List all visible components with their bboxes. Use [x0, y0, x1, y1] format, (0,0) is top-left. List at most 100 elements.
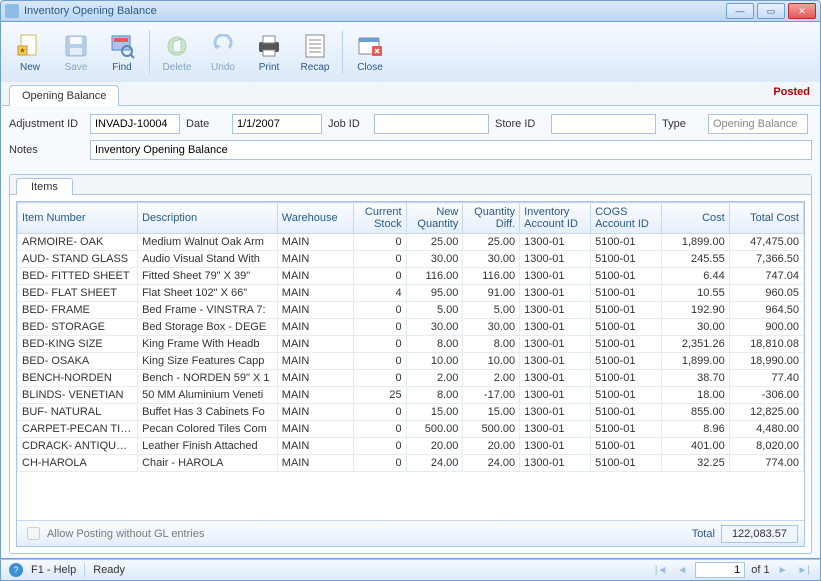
nav-first-button[interactable]: |◄: [653, 565, 670, 576]
table-cell[interactable]: 192.90: [662, 302, 730, 319]
table-cell[interactable]: Flat Sheet 102" X 66": [138, 285, 278, 302]
table-cell[interactable]: 5100-01: [591, 404, 662, 421]
table-cell[interactable]: BED-KING SIZE: [18, 336, 138, 353]
table-cell[interactable]: MAIN: [277, 421, 353, 438]
page-number-input[interactable]: [695, 562, 745, 578]
table-cell[interactable]: 2,351.26: [662, 336, 730, 353]
table-cell[interactable]: MAIN: [277, 353, 353, 370]
table-cell[interactable]: BED- FRAME: [18, 302, 138, 319]
col-cost[interactable]: Cost: [662, 203, 730, 234]
table-row[interactable]: BUF- NATURALBuffet Has 3 Cabinets FoMAIN…: [18, 404, 804, 421]
col-current-stock[interactable]: Current Stock: [354, 203, 406, 234]
table-cell[interactable]: 0: [354, 234, 406, 251]
table-cell[interactable]: 5100-01: [591, 234, 662, 251]
table-cell[interactable]: 18,990.00: [729, 353, 803, 370]
table-cell[interactable]: King Frame With Headb: [138, 336, 278, 353]
table-cell[interactable]: 15.00: [406, 404, 463, 421]
table-cell[interactable]: 1300-01: [520, 285, 591, 302]
table-cell[interactable]: 774.00: [729, 455, 803, 472]
table-cell[interactable]: 8.00: [406, 336, 463, 353]
table-cell[interactable]: Fitted Sheet 79" X 39": [138, 268, 278, 285]
table-cell[interactable]: 747.04: [729, 268, 803, 285]
table-cell[interactable]: 32.25: [662, 455, 730, 472]
table-cell[interactable]: MAIN: [277, 404, 353, 421]
table-cell[interactable]: 5100-01: [591, 353, 662, 370]
table-cell[interactable]: 8,020.00: [729, 438, 803, 455]
table-row[interactable]: AUD- STAND GLASSAudio Visual Stand WithM…: [18, 251, 804, 268]
help-icon[interactable]: ?: [9, 563, 23, 577]
find-button[interactable]: Find: [101, 27, 143, 77]
table-cell[interactable]: 8.00: [406, 387, 463, 404]
table-row[interactable]: BED- STORAGEBed Storage Box - DEGEMAIN03…: [18, 319, 804, 336]
table-cell[interactable]: 24.00: [463, 455, 520, 472]
table-cell[interactable]: MAIN: [277, 387, 353, 404]
table-cell[interactable]: 964.50: [729, 302, 803, 319]
table-cell[interactable]: 1300-01: [520, 353, 591, 370]
table-cell[interactable]: 5100-01: [591, 319, 662, 336]
table-cell[interactable]: Audio Visual Stand With: [138, 251, 278, 268]
table-cell[interactable]: 6.44: [662, 268, 730, 285]
table-cell[interactable]: MAIN: [277, 268, 353, 285]
table-cell[interactable]: Pecan Colored Tiles Com: [138, 421, 278, 438]
table-cell[interactable]: 500.00: [406, 421, 463, 438]
table-cell[interactable]: 1300-01: [520, 268, 591, 285]
table-cell[interactable]: 0: [354, 353, 406, 370]
table-cell[interactable]: 47,475.00: [729, 234, 803, 251]
table-cell[interactable]: 0: [354, 404, 406, 421]
table-cell[interactable]: BENCH-NORDEN: [18, 370, 138, 387]
table-cell[interactable]: Leather Finish Attached: [138, 438, 278, 455]
table-cell[interactable]: 7,366.50: [729, 251, 803, 268]
table-cell[interactable]: 5.00: [406, 302, 463, 319]
table-cell[interactable]: -17.00: [463, 387, 520, 404]
table-row[interactable]: BED- OSAKAKing Size Features CappMAIN010…: [18, 353, 804, 370]
table-cell[interactable]: BLINDS- VENETIAN: [18, 387, 138, 404]
table-cell[interactable]: 900.00: [729, 319, 803, 336]
table-row[interactable]: BED- FITTED SHEETFitted Sheet 79" X 39"M…: [18, 268, 804, 285]
undo-button[interactable]: Undo: [202, 27, 244, 77]
type-input[interactable]: [708, 114, 808, 134]
table-cell[interactable]: 20.00: [463, 438, 520, 455]
table-cell[interactable]: 116.00: [463, 268, 520, 285]
table-cell[interactable]: 1300-01: [520, 302, 591, 319]
table-cell[interactable]: 1300-01: [520, 251, 591, 268]
table-cell[interactable]: MAIN: [277, 234, 353, 251]
table-cell[interactable]: BED- FLAT SHEET: [18, 285, 138, 302]
table-cell[interactable]: 25.00: [463, 234, 520, 251]
table-cell[interactable]: 5100-01: [591, 387, 662, 404]
table-cell[interactable]: 5100-01: [591, 268, 662, 285]
table-row[interactable]: CH-HAROLAChair - HAROLAMAIN024.0024.0013…: [18, 455, 804, 472]
table-cell[interactable]: CH-HAROLA: [18, 455, 138, 472]
table-cell[interactable]: Chair - HAROLA: [138, 455, 278, 472]
nav-prev-button[interactable]: ◄: [675, 565, 689, 576]
table-row[interactable]: ARMOIRE- OAKMedium Walnut Oak ArmMAIN025…: [18, 234, 804, 251]
table-cell[interactable]: 18.00: [662, 387, 730, 404]
table-cell[interactable]: BED- FITTED SHEET: [18, 268, 138, 285]
col-inventory-acct[interactable]: Inventory Account ID: [520, 203, 591, 234]
table-cell[interactable]: 15.00: [463, 404, 520, 421]
table-cell[interactable]: MAIN: [277, 455, 353, 472]
minimize-button[interactable]: —: [726, 3, 754, 19]
table-row[interactable]: BED- FLAT SHEETFlat Sheet 102" X 66"MAIN…: [18, 285, 804, 302]
table-cell[interactable]: King Size Features Capp: [138, 353, 278, 370]
table-cell[interactable]: 95.00: [406, 285, 463, 302]
window-close-button[interactable]: ✕: [788, 3, 816, 19]
table-cell[interactable]: 5100-01: [591, 370, 662, 387]
table-cell[interactable]: 12,825.00: [729, 404, 803, 421]
table-cell[interactable]: 1,899.00: [662, 353, 730, 370]
table-cell[interactable]: 24.00: [406, 455, 463, 472]
col-qty-diff[interactable]: Quantity Diff.: [463, 203, 520, 234]
table-cell[interactable]: 0: [354, 336, 406, 353]
table-cell[interactable]: BUF- NATURAL: [18, 404, 138, 421]
table-cell[interactable]: 1300-01: [520, 421, 591, 438]
table-cell[interactable]: 25: [354, 387, 406, 404]
table-cell[interactable]: 500.00: [463, 421, 520, 438]
table-cell[interactable]: 401.00: [662, 438, 730, 455]
table-cell[interactable]: 245.55: [662, 251, 730, 268]
table-row[interactable]: CDRACK- ANTIQUE BR.Leather Finish Attach…: [18, 438, 804, 455]
table-cell[interactable]: 10.55: [662, 285, 730, 302]
table-cell[interactable]: 8.96: [662, 421, 730, 438]
table-cell[interactable]: 5.00: [463, 302, 520, 319]
table-row[interactable]: CARPET-PECAN TILEPecan Colored Tiles Com…: [18, 421, 804, 438]
table-cell[interactable]: 30.00: [406, 319, 463, 336]
date-input[interactable]: [232, 114, 322, 134]
